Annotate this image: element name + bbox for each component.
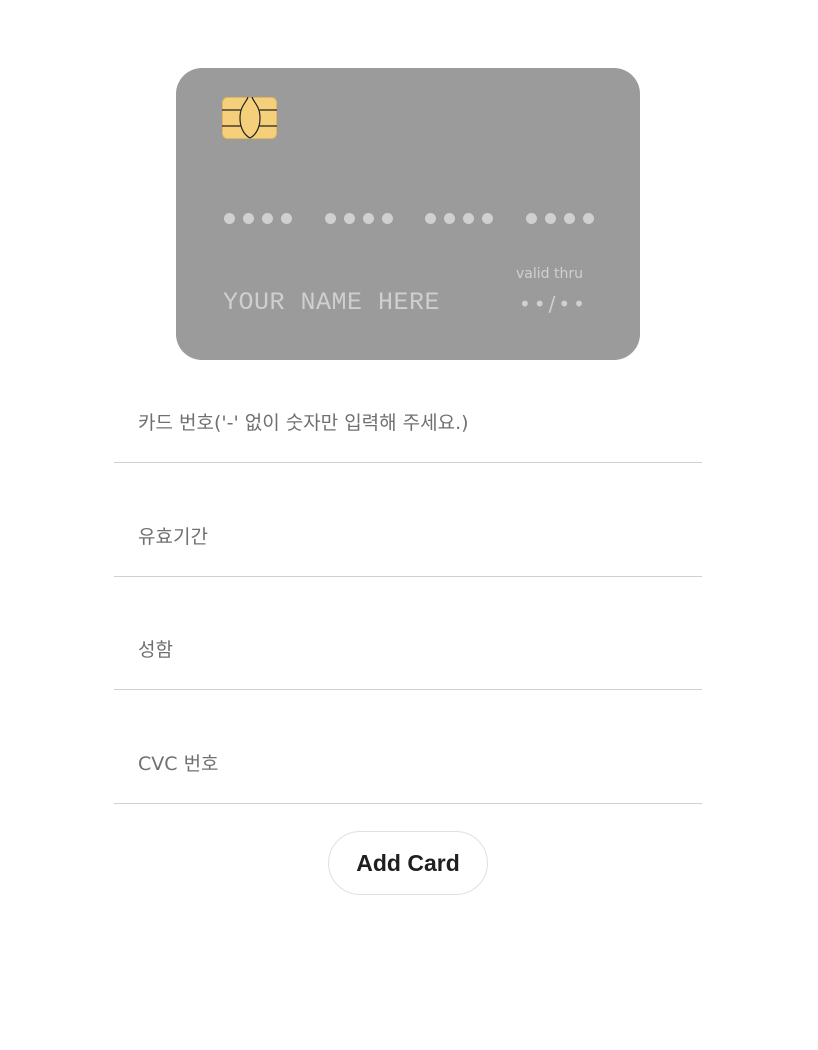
number-dot: [525, 212, 537, 224]
card-number-preview: [224, 206, 594, 230]
number-dot: [224, 212, 235, 224]
number-dot: [544, 212, 556, 224]
cardholder-name-input[interactable]: [114, 610, 702, 690]
card-number-input[interactable]: [114, 383, 702, 463]
expiry-input[interactable]: [114, 497, 702, 577]
number-dot: [563, 212, 575, 224]
card-number-group: [525, 206, 594, 230]
add-card-button[interactable]: Add Card: [328, 831, 488, 895]
card-number-group: [425, 206, 494, 230]
number-dot: [463, 212, 475, 224]
number-dot: [281, 212, 292, 224]
number-dot: [262, 212, 273, 224]
number-dot: [444, 212, 456, 224]
cvc-input[interactable]: [114, 724, 702, 804]
card-number-group: [324, 206, 393, 230]
number-dot: [482, 212, 494, 224]
number-dot: [425, 212, 437, 224]
expiry-preview: ••/••: [519, 292, 588, 316]
chip-icon: [222, 97, 277, 139]
card-preview: YOUR NAME HERE valid thru ••/••: [176, 68, 640, 360]
valid-thru-label: valid thru: [516, 266, 583, 282]
number-dot: [343, 212, 355, 224]
number-dot: [381, 212, 393, 224]
cardholder-name-preview: YOUR NAME HERE: [223, 288, 441, 317]
number-dot: [362, 212, 374, 224]
card-number-group: [224, 206, 292, 230]
number-dot: [324, 212, 336, 224]
number-dot: [582, 212, 594, 224]
number-dot: [243, 212, 254, 224]
